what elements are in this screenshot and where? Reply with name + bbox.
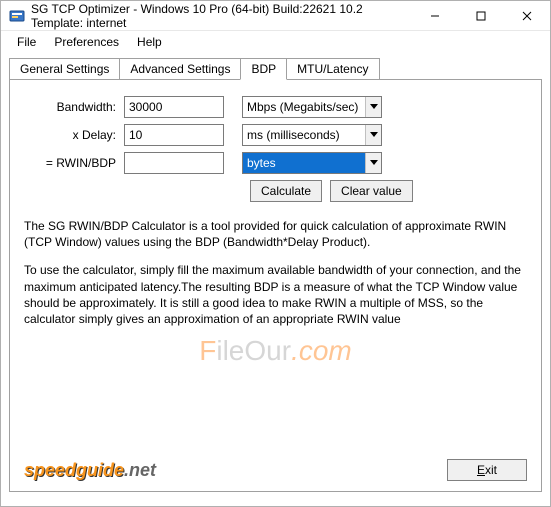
bandwidth-unit-select[interactable]: Mbps (Megabits/sec) <box>242 96 382 118</box>
watermark-part3: .com <box>291 335 352 366</box>
watermark: FileOur.com <box>199 335 352 367</box>
menu-preferences[interactable]: Preferences <box>46 33 127 51</box>
tab-strip: General Settings Advanced Settings BDP M… <box>9 57 542 79</box>
brand-part1: speedguide <box>24 460 124 480</box>
app-icon <box>9 8 25 24</box>
bandwidth-label: Bandwidth: <box>24 100 124 114</box>
row-rwin: = RWIN/BDP bytes <box>24 152 527 174</box>
content-area: General Settings Advanced Settings BDP M… <box>1 53 550 500</box>
bandwidth-unit-text: Mbps (Megabits/sec) <box>243 100 365 114</box>
footer: speedguide.net Exit <box>24 459 527 481</box>
row-bandwidth: Bandwidth: Mbps (Megabits/sec) <box>24 96 527 118</box>
minimize-button[interactable] <box>412 1 458 31</box>
bandwidth-input[interactable] <box>124 96 224 118</box>
tab-body-bdp: Bandwidth: Mbps (Megabits/sec) x Delay: … <box>9 79 542 492</box>
delay-unit-select[interactable]: ms (milliseconds) <box>242 124 382 146</box>
tab-mtu[interactable]: MTU/Latency <box>286 58 379 79</box>
tab-general[interactable]: General Settings <box>9 58 120 79</box>
row-delay: x Delay: ms (milliseconds) <box>24 124 527 146</box>
exit-label-rest: xit <box>485 463 497 477</box>
tab-bdp[interactable]: BDP <box>240 58 287 80</box>
menu-bar: File Preferences Help <box>1 31 550 53</box>
exit-button[interactable]: Exit <box>447 459 527 481</box>
tab-advanced[interactable]: Advanced Settings <box>119 58 241 79</box>
window-title: SG TCP Optimizer - Windows 10 Pro (64-bi… <box>31 2 412 30</box>
delay-label: x Delay: <box>24 128 124 142</box>
description: The SG RWIN/BDP Calculator is a tool pro… <box>24 218 527 327</box>
chevron-down-icon <box>365 125 381 145</box>
rwin-label: = RWIN/BDP <box>24 156 124 170</box>
description-p2: To use the calculator, simply fill the m… <box>24 262 527 327</box>
menu-file[interactable]: File <box>9 33 44 51</box>
rwin-unit-text: bytes <box>243 156 365 170</box>
rwin-unit-select[interactable]: bytes <box>242 152 382 174</box>
watermark-part2: ileOur <box>216 335 291 366</box>
menu-help[interactable]: Help <box>129 33 170 51</box>
watermark-part1: F <box>199 335 216 366</box>
maximize-button[interactable] <box>458 1 504 31</box>
chevron-down-icon <box>365 153 381 173</box>
chevron-down-icon <box>365 97 381 117</box>
button-row: Calculate Clear value <box>250 180 527 202</box>
delay-unit-text: ms (milliseconds) <box>243 128 365 142</box>
title-bar: SG TCP Optimizer - Windows 10 Pro (64-bi… <box>1 1 550 31</box>
rwin-input[interactable] <box>124 152 224 174</box>
description-p1: The SG RWIN/BDP Calculator is a tool pro… <box>24 218 527 250</box>
brand-logo: speedguide.net <box>24 460 156 481</box>
brand-part2: .net <box>124 460 156 480</box>
clear-button[interactable]: Clear value <box>330 180 413 202</box>
delay-input[interactable] <box>124 124 224 146</box>
close-button[interactable] <box>504 1 550 31</box>
calculate-button[interactable]: Calculate <box>250 180 322 202</box>
